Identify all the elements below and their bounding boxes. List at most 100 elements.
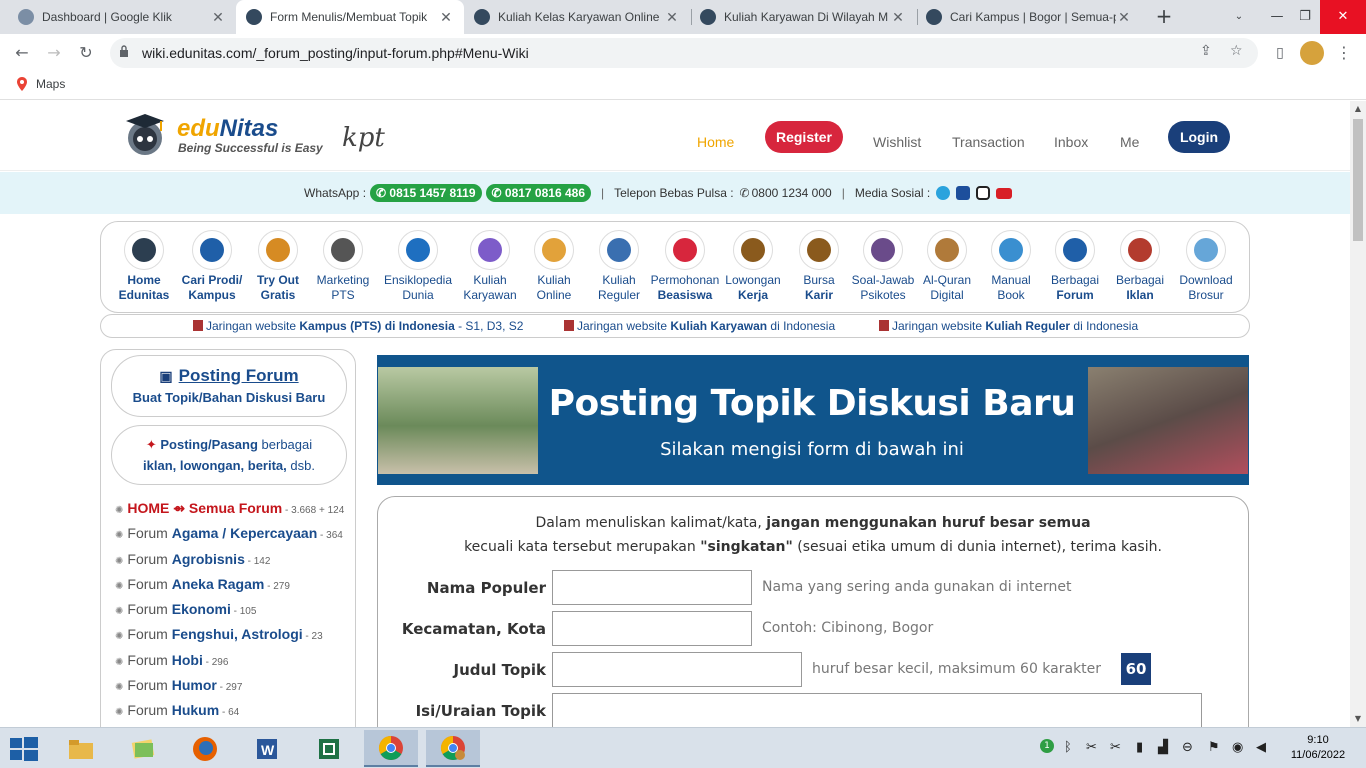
side-panel-icon[interactable]: ▯ <box>1268 41 1292 65</box>
icon-menu-item[interactable]: Download Brosur <box>1171 230 1241 303</box>
youtube-icon[interactable] <box>996 187 1013 199</box>
network-link-kampus[interactable]: Jaringan website Kampus (PTS) di Indones… <box>193 319 523 333</box>
forum-item[interactable]: ✺ Forum Hukum - 64 <box>115 702 351 727</box>
tab-kuliah-kelas-karyawan[interactable]: Kuliah Kelas Karyawan Online ✕ <box>464 0 690 34</box>
judul-topik-input[interactable] <box>552 652 802 687</box>
omnibox[interactable]: wiki.edunitas.com/_forum_posting/input-f… <box>110 38 1258 68</box>
close-tab-icon[interactable]: ✕ <box>664 9 680 26</box>
forum-item-home[interactable]: ✺ HOME ⇴ Semua Forum - 3.668 + 124 <box>115 500 351 525</box>
posting-forum-box[interactable]: ▣ Posting Forum Buat Topik/Bahan Diskusi … <box>111 355 347 417</box>
login-button[interactable]: Login <box>1168 121 1230 153</box>
icon-menu-item[interactable]: Lowongan Kerja <box>718 230 788 303</box>
taskbar-chrome-1[interactable] <box>364 730 418 767</box>
icon-menu-item[interactable]: Manual Book <box>976 230 1046 303</box>
icon-menu-item[interactable]: Berbagai Forum <box>1040 230 1110 303</box>
nav-home-link[interactable]: Home <box>697 134 734 150</box>
edunitas-mascot-icon[interactable] <box>122 111 168 157</box>
battery-icon[interactable]: ⊖ <box>1182 740 1193 755</box>
forum-item[interactable]: ✺ Forum Humor - 297 <box>115 677 351 702</box>
icon-menu-item[interactable]: Ensiklopedia Dunia <box>383 230 453 303</box>
volume-icon[interactable]: ◀ <box>1256 740 1266 755</box>
bookmark-maps[interactable]: Maps <box>16 77 65 91</box>
page-scrollbar[interactable]: ▲ ▼ <box>1350 101 1366 727</box>
telegram-icon[interactable] <box>936 186 951 200</box>
scroll-up-icon[interactable]: ▲ <box>1350 101 1366 117</box>
tray-tool-icon[interactable]: ✂ <box>1110 740 1121 755</box>
edunitas-logo[interactable]: eduNitas <box>177 115 278 143</box>
forward-arrow-icon[interactable]: → <box>42 41 66 65</box>
tray-tool-icon[interactable]: ✂ <box>1086 740 1097 755</box>
icon-menu-item[interactable]: Bursa Karir <box>784 230 854 303</box>
tab-search-chevron-icon[interactable]: ⌄ <box>1224 0 1254 34</box>
share-icon[interactable]: ⇪ <box>1200 43 1212 59</box>
restore-icon[interactable]: ❐ <box>1290 0 1320 34</box>
icon-menu-item[interactable]: Kuliah Karyawan <box>455 230 525 303</box>
whatsapp-number-2[interactable]: ✆ 0817 0816 486 <box>485 184 591 202</box>
flag-icon[interactable]: ⚑ <box>1208 740 1220 755</box>
device-icon[interactable]: ▮ <box>1136 740 1143 755</box>
whatsapp-number-1[interactable]: ✆ 0815 1457 8119 <box>370 184 482 202</box>
icon-menu-item[interactable]: Kuliah Online <box>519 230 589 303</box>
nav-transaction-link[interactable]: Transaction <box>952 134 1025 150</box>
notification-badge[interactable]: 1 <box>1040 739 1054 753</box>
forum-item[interactable]: ✺ Forum Fengshui, Astrologi - 23 <box>115 626 351 651</box>
reload-icon[interactable]: ↻ <box>74 41 98 65</box>
taskbar-firefox[interactable] <box>178 730 232 767</box>
back-arrow-icon[interactable]: ← <box>10 41 34 65</box>
forum-item[interactable]: ✺ Forum Agama / Kepercayaan - 364 <box>115 525 351 550</box>
bluetooth-icon[interactable]: ᛒ <box>1064 740 1072 755</box>
tab-dashboard[interactable]: Dashboard | Google Klik ✕ <box>8 0 236 34</box>
icon-menu-item[interactable]: Permohonan Beasiswa <box>650 230 720 303</box>
new-tab-icon[interactable]: + <box>1152 5 1176 29</box>
close-tab-icon[interactable]: ✕ <box>1116 9 1132 26</box>
tab-kuliah-karyawan-wilayah[interactable]: Kuliah Karyawan Di Wilayah M ✕ <box>690 0 916 34</box>
taskbar-excel[interactable] <box>302 730 356 767</box>
taskbar-word[interactable]: W <box>240 730 294 767</box>
nav-wishlist-link[interactable]: Wishlist <box>873 134 921 150</box>
nama-populer-input[interactable] <box>552 570 752 605</box>
icon-menu-item[interactable]: Cari Prodi/Kampus <box>177 230 247 303</box>
windows-start-icon[interactable] <box>10 737 38 761</box>
instagram-icon[interactable] <box>976 186 991 200</box>
tab-cari-kampus[interactable]: Cari Kampus | Bogor | Semua-p ✕ <box>916 0 1142 34</box>
icon-menu-item[interactable]: Al-Quran Digital <box>912 230 982 303</box>
forum-item[interactable]: ✺ Forum Aneka Ragam - 279 <box>115 576 351 601</box>
scrollbar-thumb[interactable] <box>1353 119 1363 241</box>
kpt-logo[interactable]: kpt <box>342 123 385 153</box>
forum-item[interactable]: ✺ Forum Ekonomi - 105 <box>115 601 351 626</box>
network-link-kuliah-reguler[interactable]: Jaringan website Kuliah Reguler di Indon… <box>879 319 1138 333</box>
icon-menu-item[interactable]: Soal-Jawab Psikotes <box>848 230 918 303</box>
forum-item[interactable]: ✺ Forum Agrobisnis - 142 <box>115 551 351 576</box>
posting-forum-link[interactable]: Posting Forum <box>179 366 299 385</box>
close-tab-icon[interactable]: ✕ <box>210 9 226 26</box>
posting-iklan-box[interactable]: ✦ Posting/Pasang berbagai iklan, lowonga… <box>111 425 347 485</box>
tollfree-number[interactable]: 0800 1234 000 <box>752 186 832 200</box>
close-tab-icon[interactable]: ✕ <box>890 9 906 26</box>
nav-inbox-link[interactable]: Inbox <box>1054 134 1088 150</box>
taskbar-photos[interactable] <box>116 730 170 767</box>
network-link-kuliah-karyawan[interactable]: Jaringan website Kuliah Karyawan di Indo… <box>564 319 835 333</box>
bookmark-star-icon[interactable]: ☆ <box>1230 43 1243 59</box>
icon-menu-item[interactable]: Home Edunitas <box>109 230 179 303</box>
register-button[interactable]: Register <box>765 121 843 153</box>
icon-menu-item[interactable]: Kuliah Reguler <box>584 230 654 303</box>
taskbar-file-explorer[interactable] <box>54 730 108 767</box>
close-tab-icon[interactable]: ✕ <box>438 9 454 26</box>
icon-menu-item[interactable]: Marketing PTS <box>308 230 378 303</box>
icon-menu-item[interactable]: Berbagai Iklan <box>1105 230 1175 303</box>
window-close-icon[interactable]: ✕ <box>1320 0 1366 34</box>
taskbar-clock[interactable]: 9:10 11/06/2022 <box>1284 733 1352 763</box>
minimize-icon[interactable]: — <box>1260 0 1294 34</box>
facebook-icon[interactable] <box>956 186 971 200</box>
nav-me-link[interactable]: Me <box>1120 134 1139 150</box>
forum-item[interactable]: ✺ Forum Hobi - 296 <box>115 652 351 677</box>
kecamatan-kota-input[interactable] <box>552 611 752 646</box>
tab-form-menulis[interactable]: Form Menulis/Membuat Topik ✕ <box>236 0 464 34</box>
icon-menu-item[interactable]: Try Out Gratis <box>243 230 313 303</box>
chrome-tray-icon[interactable]: ◉ <box>1232 740 1243 755</box>
menu-kebab-icon[interactable]: ⋮ <box>1332 41 1356 65</box>
profile-avatar[interactable] <box>1300 41 1324 65</box>
scroll-down-icon[interactable]: ▼ <box>1350 711 1366 727</box>
signal-icon[interactable]: ▟ <box>1158 740 1168 755</box>
isi-uraian-textarea[interactable] <box>552 693 1202 727</box>
